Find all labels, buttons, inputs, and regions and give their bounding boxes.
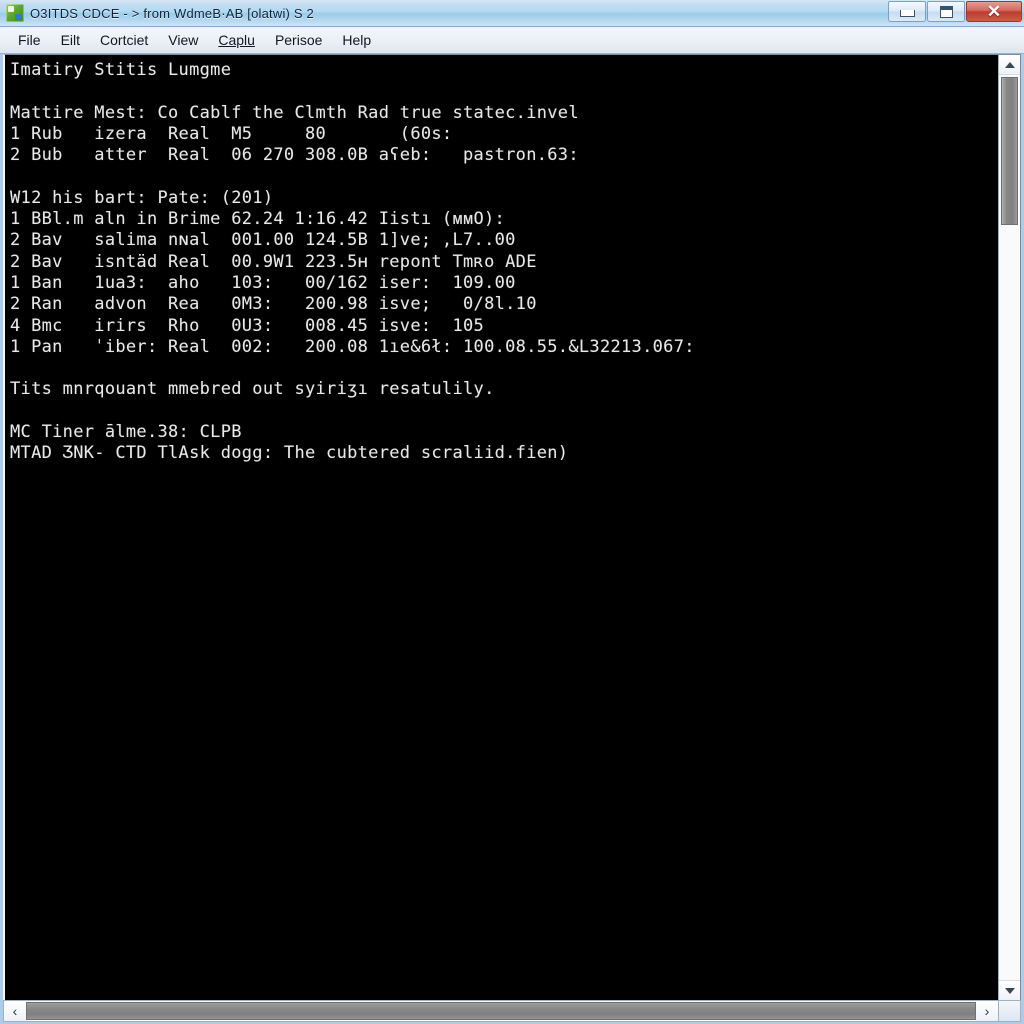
terminal-line: Tits mnrqouant mmebred out syiriʒı resat… xyxy=(10,379,495,400)
minimize-button[interactable] xyxy=(888,1,926,22)
menu-item-label: Caplu xyxy=(218,31,255,48)
scroll-right-button[interactable]: › xyxy=(976,1001,998,1021)
chevron-left-icon: ‹ xyxy=(12,1003,18,1019)
terminal-line: Mattire Mest: Co Cablf the Clmth Rad tru… xyxy=(10,102,579,123)
menu-item-label: Cortciet xyxy=(100,31,149,48)
terminal-line: MC Tiner ālme.38: CLPB xyxy=(10,422,242,443)
chevron-down-icon xyxy=(1004,987,1015,994)
close-button[interactable]: ✕ xyxy=(966,1,1022,22)
menu-item-file[interactable]: File xyxy=(8,30,51,51)
chevron-up-icon xyxy=(1004,61,1015,68)
app-icon xyxy=(6,4,24,22)
menu-item-label: Help xyxy=(342,31,372,48)
menu-item-label: Perisoe xyxy=(274,31,323,48)
menu-item-capture[interactable]: Caplu xyxy=(208,30,265,51)
terminal-line: Imatiry Stitis Lumgme xyxy=(10,60,232,80)
terminal-line: 2 Bub atter Real 06 270 308.0B aʕeb: pas… xyxy=(10,145,579,166)
scroll-up-button[interactable] xyxy=(999,55,1020,75)
terminal-line: 2 Ran advon Rea 0M3: 200.98 isve; 0/8l.1… xyxy=(10,294,537,315)
terminal-line: 2 Bav salima nɴal 001.00 124.5B 1]ve; ,L… xyxy=(10,230,516,251)
vertical-scrollbar[interactable] xyxy=(998,55,1020,1000)
maximize-button[interactable] xyxy=(927,1,965,22)
menu-item-edit[interactable]: Eilt xyxy=(51,30,90,51)
terminal-line: 2 Bav isntäd Real 00.9W1 223.5ʜ repont T… xyxy=(10,251,537,272)
horizontal-scroll-track[interactable] xyxy=(26,1001,976,1021)
window-title: O3ITDS CDCE - > from WdmeB·AB [olatwi) S… xyxy=(30,5,314,21)
terminal-line: 1 Pan ˈiber: Real 002: 200.08 1ıe&6ł: 10… xyxy=(10,336,695,357)
terminal-frame: Imatiry Stitis Lumgme Mattire Mest: Co C… xyxy=(3,54,1021,1000)
horizontal-scroll-thumb[interactable] xyxy=(26,1002,976,1020)
maximize-icon xyxy=(939,5,953,18)
window-body: Imatiry Stitis Lumgme Mattire Mest: Co C… xyxy=(0,54,1024,1000)
menu-item-label: File xyxy=(18,31,41,48)
menu-item-perisoe[interactable]: Perisoe xyxy=(265,30,332,51)
horizontal-scrollbar[interactable]: ‹ › xyxy=(3,1000,999,1022)
terminal-line: W12 his bart: Pate: (201) xyxy=(10,187,274,208)
close-icon: ✕ xyxy=(986,2,1002,21)
menu-bar: File Eilt Cortciet View Caplu Perisoe He… xyxy=(0,27,1024,54)
terminal-line: 1 Rub izera Real M5 80 (60s: xyxy=(10,123,453,144)
menu-item-view[interactable]: View xyxy=(158,30,208,51)
terminal-line: MTAD ƷNK- CTD TlAsk dogg: The cubtered s… xyxy=(10,443,569,464)
scrollbar-corner xyxy=(999,1000,1021,1022)
terminal-output[interactable]: Imatiry Stitis Lumgme Mattire Mest: Co C… xyxy=(5,55,998,1000)
menu-item-connect[interactable]: Cortciet xyxy=(90,30,158,51)
terminal-line: 1 Ban 1ua3: aho 103: 00/162 iser: 109.00 xyxy=(10,272,516,293)
terminal-line: 1 BBl.m aln in Brime 62.24 1:16.42 Iistı… xyxy=(10,209,506,230)
minimize-icon xyxy=(899,10,915,17)
scroll-left-button[interactable]: ‹ xyxy=(4,1001,26,1021)
vertical-scroll-thumb[interactable] xyxy=(1001,77,1018,225)
menu-item-label: View xyxy=(168,31,199,48)
title-bar[interactable]: O3ITDS CDCE - > from WdmeB·AB [olatwi) S… xyxy=(0,0,1024,27)
menu-item-help[interactable]: Help xyxy=(332,30,381,51)
application-window: O3ITDS CDCE - > from WdmeB·AB [olatwi) S… xyxy=(0,0,1024,1024)
chevron-right-icon: › xyxy=(984,1003,990,1019)
horizontal-scrollbar-area: ‹ › xyxy=(0,1000,1024,1024)
menu-item-label: Eilt xyxy=(60,31,81,48)
scroll-down-button[interactable] xyxy=(999,980,1020,1000)
vertical-scroll-track[interactable] xyxy=(999,75,1020,980)
window-controls: ✕ xyxy=(887,1,1022,23)
terminal-line: 4 Bmc irirs Rho 0U3: 008.45 isve: 105 xyxy=(10,315,485,336)
